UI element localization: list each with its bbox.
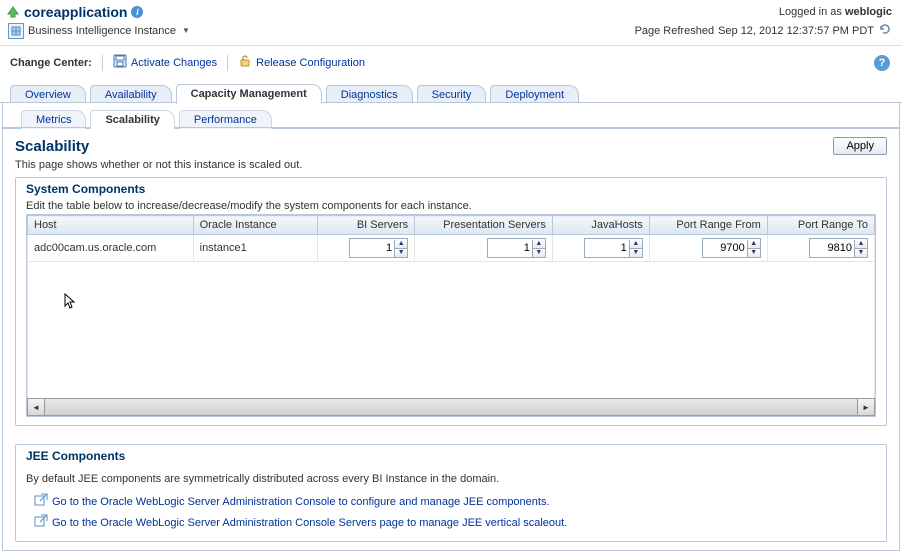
jee-servers-page-link[interactable]: Go to the Oracle WebLogic Server Adminis… bbox=[52, 517, 567, 529]
logged-in-label: Logged in as weblogic bbox=[779, 6, 892, 18]
spinner-up-icon[interactable]: ▲ bbox=[395, 240, 407, 249]
up-arrow-icon bbox=[6, 5, 20, 19]
port-from-stepper[interactable]: ▲▼ bbox=[702, 238, 761, 258]
horizontal-scrollbar[interactable]: ◄ ► bbox=[27, 398, 875, 416]
spinner-up-icon[interactable]: ▲ bbox=[855, 240, 867, 249]
spinner-down-icon[interactable]: ▼ bbox=[630, 249, 642, 257]
col-bi-servers: BI Servers bbox=[318, 216, 415, 235]
spinner-up-icon[interactable]: ▲ bbox=[748, 240, 760, 249]
col-port-range-to: Port Range To bbox=[767, 216, 874, 235]
spinner-down-icon[interactable]: ▼ bbox=[855, 249, 867, 257]
page-refreshed-time: Sep 12, 2012 12:37:57 PM PDT bbox=[718, 25, 874, 37]
spinner-up-icon[interactable]: ▲ bbox=[533, 240, 545, 249]
release-configuration-action[interactable]: Release Configuration bbox=[238, 54, 365, 71]
lock-open-icon bbox=[238, 54, 252, 71]
section-description: This page shows whether or not this inst… bbox=[15, 159, 887, 171]
javahosts-stepper[interactable]: ▲▼ bbox=[584, 238, 643, 258]
external-link-icon bbox=[34, 493, 48, 510]
jee-description: By default JEE components are symmetrica… bbox=[26, 473, 876, 485]
port-from-input[interactable] bbox=[703, 241, 747, 255]
subtab-scalability[interactable]: Scalability bbox=[90, 110, 174, 129]
page-refreshed-label: Page Refreshed bbox=[635, 25, 715, 37]
scroll-track[interactable] bbox=[45, 399, 857, 415]
divider bbox=[102, 55, 103, 71]
spinner-down-icon[interactable]: ▼ bbox=[395, 249, 407, 257]
spinner-down-icon[interactable]: ▼ bbox=[533, 249, 545, 257]
jee-admin-console-link[interactable]: Go to the Oracle WebLogic Server Adminis… bbox=[52, 496, 550, 508]
col-port-range-from: Port Range From bbox=[649, 216, 767, 235]
cell-oracle-instance: instance1 bbox=[193, 235, 318, 262]
col-oracle-instance: Oracle Instance bbox=[193, 216, 318, 235]
tab-capacity-management[interactable]: Capacity Management bbox=[176, 84, 322, 104]
info-icon[interactable]: i bbox=[131, 6, 143, 18]
presentation-servers-input[interactable] bbox=[488, 241, 532, 255]
instance-label: Business Intelligence Instance bbox=[28, 25, 176, 37]
help-icon[interactable]: ? bbox=[874, 55, 890, 71]
section-title: Scalability bbox=[15, 138, 89, 155]
col-host: Host bbox=[28, 216, 194, 235]
bi-servers-input[interactable] bbox=[350, 241, 394, 255]
bi-servers-stepper[interactable]: ▲▼ bbox=[349, 238, 408, 258]
system-components-table: Host Oracle Instance BI Servers Presenta… bbox=[26, 214, 876, 417]
refresh-icon[interactable] bbox=[878, 22, 892, 39]
table-row: adc00cam.us.oracle.com instance1 ▲▼ ▲▼ ▲… bbox=[28, 235, 875, 262]
scroll-left-icon[interactable]: ◄ bbox=[28, 399, 45, 415]
cell-host: adc00cam.us.oracle.com bbox=[28, 235, 194, 262]
instance-menu[interactable]: Business Intelligence Instance ▼ bbox=[6, 23, 190, 39]
disk-icon bbox=[113, 54, 127, 71]
jee-components-header: JEE Components bbox=[16, 445, 886, 467]
spinner-down-icon[interactable]: ▼ bbox=[748, 249, 760, 257]
chevron-down-icon: ▼ bbox=[182, 26, 190, 35]
col-javahosts: JavaHosts bbox=[552, 216, 649, 235]
app-title: coreapplication bbox=[24, 4, 127, 20]
presentation-servers-stepper[interactable]: ▲▼ bbox=[487, 238, 546, 258]
system-components-hint: Edit the table below to increase/decreas… bbox=[26, 200, 876, 212]
spinner-up-icon[interactable]: ▲ bbox=[630, 240, 642, 249]
apply-button[interactable]: Apply bbox=[833, 137, 887, 155]
port-to-input[interactable] bbox=[810, 241, 854, 255]
scroll-right-icon[interactable]: ► bbox=[857, 399, 874, 415]
divider bbox=[227, 55, 228, 71]
col-presentation-servers: Presentation Servers bbox=[415, 216, 553, 235]
javahosts-input[interactable] bbox=[585, 241, 629, 255]
external-link-icon bbox=[34, 514, 48, 531]
system-components-header: System Components bbox=[16, 178, 886, 200]
change-center-label: Change Center: bbox=[10, 57, 92, 69]
cube-icon bbox=[8, 23, 24, 39]
activate-changes-action[interactable]: Activate Changes bbox=[113, 54, 217, 71]
port-to-stepper[interactable]: ▲▼ bbox=[809, 238, 868, 258]
